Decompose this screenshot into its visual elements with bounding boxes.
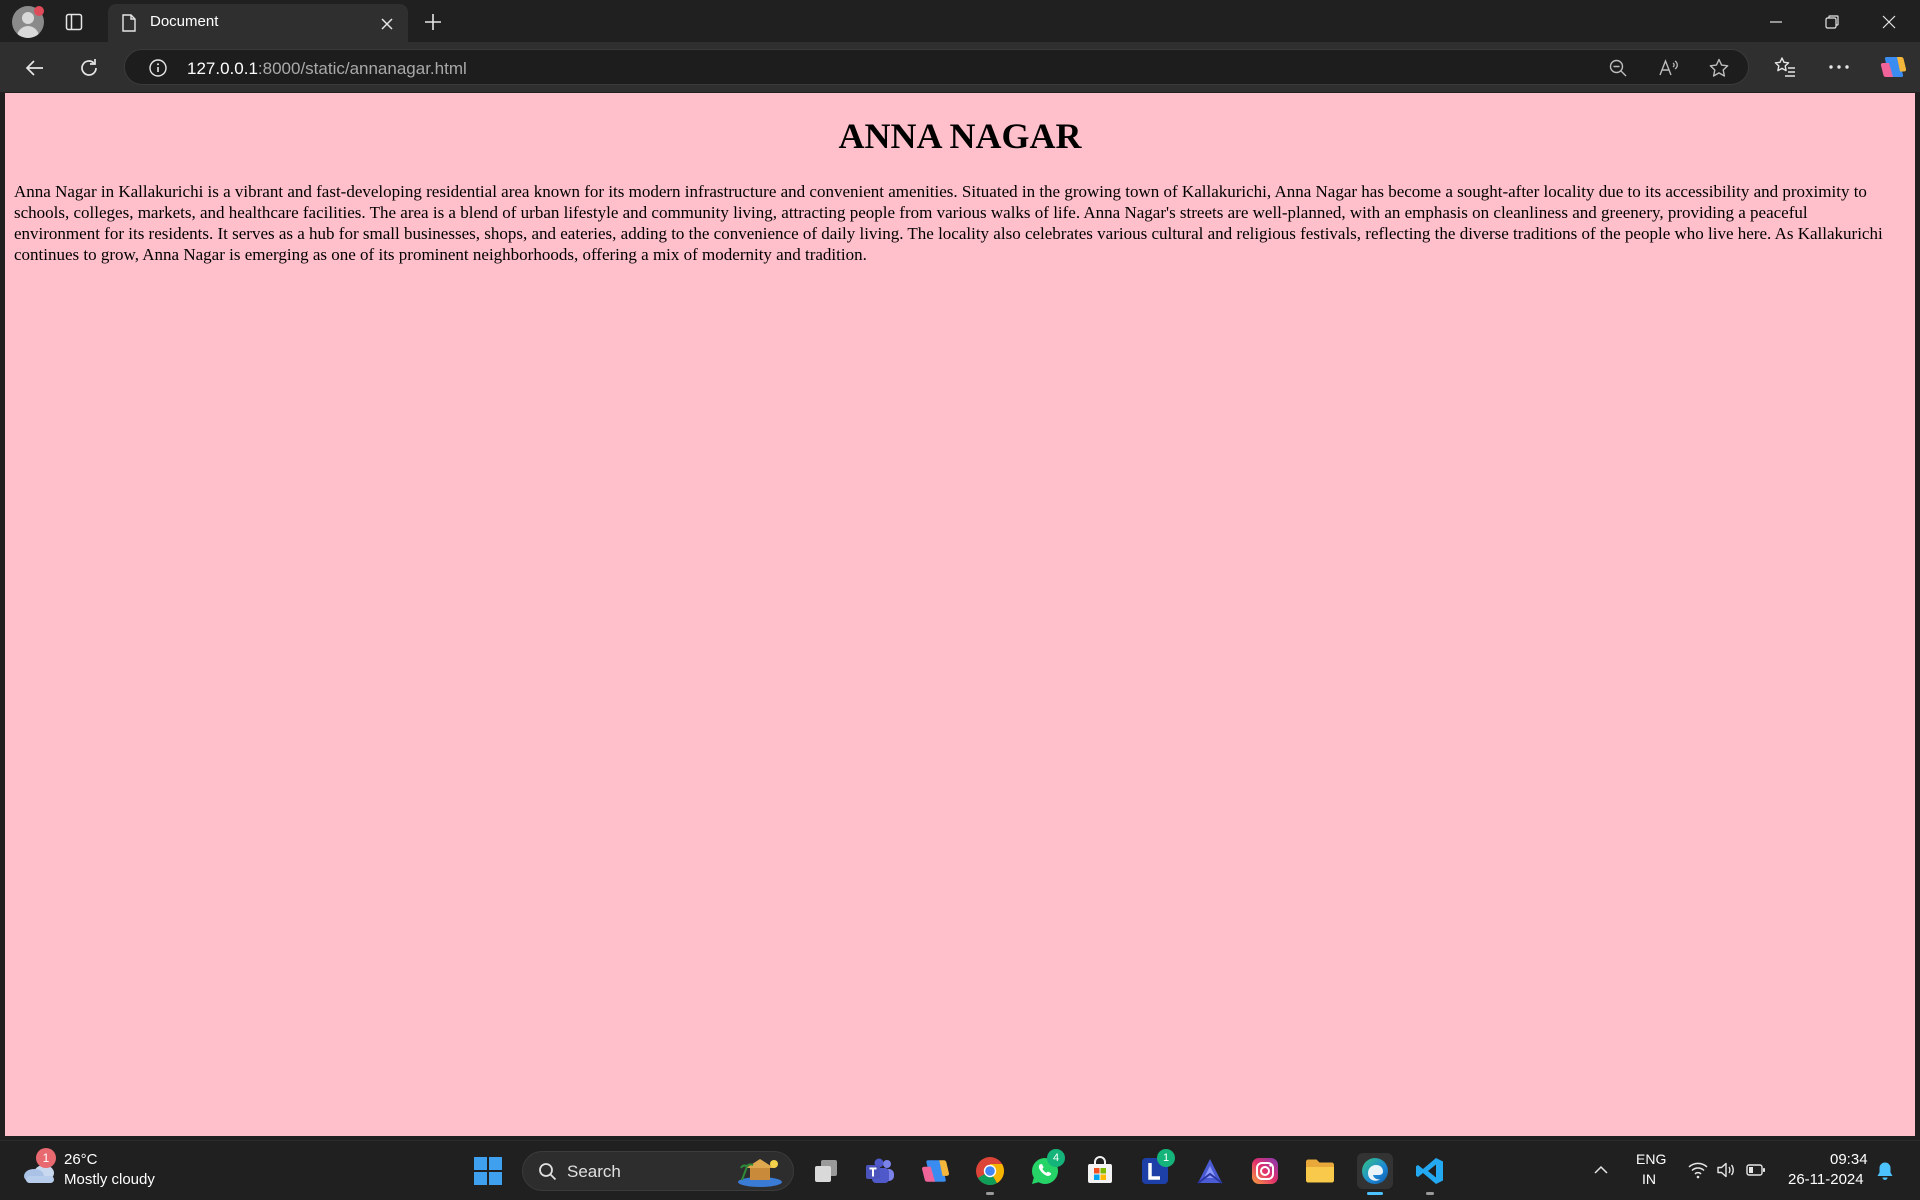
folder-icon[interactable] [1302,1153,1338,1189]
url-text[interactable]: 127.0.0.1:8000/static/annanagar.html [187,59,467,79]
close-window-icon[interactable] [1875,10,1903,34]
clock-time[interactable]: 09:34 [1830,1151,1868,1168]
chrome-icon[interactable] [972,1153,1008,1195]
restore-icon[interactable] [1818,10,1846,34]
store-icon[interactable] [1082,1153,1118,1189]
zoom-out-icon[interactable] [1607,57,1629,79]
teams-icon[interactable] [862,1153,898,1189]
windows-start-icon[interactable] [472,1155,504,1187]
tab-document[interactable]: Document [108,4,408,42]
page-viewport: ANNA NAGAR Anna Nagar in Kallakurichi is… [5,93,1915,1136]
taskbar-search-box[interactable]: Search [522,1151,794,1191]
search-highlight-art-icon [735,1156,785,1188]
whatsapp-icon[interactable]: 4 [1027,1149,1065,1189]
l-app-badge: 1 [1157,1149,1175,1167]
proton-icon[interactable] [1192,1153,1228,1189]
address-bar[interactable]: 127.0.0.1:8000/static/annanagar.html [124,49,1749,85]
tab-title: Document [150,13,219,30]
copilot-icon[interactable] [1878,52,1908,82]
whatsapp-badge: 4 [1047,1149,1065,1167]
edge-icon[interactable] [1357,1153,1393,1195]
browser-toolbar: 127.0.0.1:8000/static/annanagar.html [0,42,1920,92]
tab-strip: Document [0,0,1920,42]
instagram-icon[interactable] [1247,1153,1283,1189]
chevron-up-icon[interactable] [1590,1159,1612,1181]
more-options-icon[interactable] [1826,54,1852,80]
language-region[interactable]: IN [1642,1171,1656,1187]
profile-notification-dot [34,6,44,16]
site-info-icon[interactable] [147,57,169,79]
vscode-icon[interactable] [1412,1153,1448,1195]
battery-icon[interactable] [1745,1159,1767,1181]
task-view-icon[interactable] [808,1153,844,1189]
file-icon [120,13,138,33]
page-paragraph: Anna Nagar in Kallakurichi is a vibrant … [14,182,1883,264]
notification-bell-icon[interactable] [1874,1159,1896,1183]
language-code[interactable]: ENG [1636,1151,1666,1167]
add-favorite-star-icon[interactable] [1708,57,1730,79]
minimize-icon[interactable] [1762,10,1790,34]
clock-date[interactable]: 26-11-2024 [1788,1171,1864,1188]
new-tab-icon[interactable] [420,9,446,35]
favorites-icon[interactable] [1772,54,1798,80]
back-arrow-icon[interactable] [20,53,50,83]
volume-icon[interactable] [1715,1159,1737,1181]
reload-icon[interactable] [74,53,104,83]
weather-description[interactable]: Mostly cloudy [64,1171,155,1188]
tab-actions-icon[interactable] [62,10,86,34]
taskbar: 1 26°C Mostly cloudy Search 4 1 ENG IN 0… [0,1140,1920,1200]
running-indicator [1426,1192,1434,1195]
active-indicator [1367,1192,1383,1195]
running-indicator [986,1192,994,1195]
url-host: 127.0.0.1 [187,59,258,78]
read-aloud-icon[interactable] [1657,57,1681,79]
l-app-icon[interactable]: 1 [1137,1149,1175,1189]
search-icon [537,1161,559,1183]
copilot-app-icon[interactable] [917,1153,953,1189]
weather-badge: 1 [36,1148,56,1168]
close-tab-icon[interactable] [376,13,398,35]
url-path: :8000/static/annanagar.html [257,59,467,78]
page-title: ANNA NAGAR [838,116,1082,156]
wifi-icon[interactable] [1687,1159,1709,1181]
search-label: Search [567,1162,621,1181]
weather-temperature[interactable]: 26°C [64,1151,98,1168]
